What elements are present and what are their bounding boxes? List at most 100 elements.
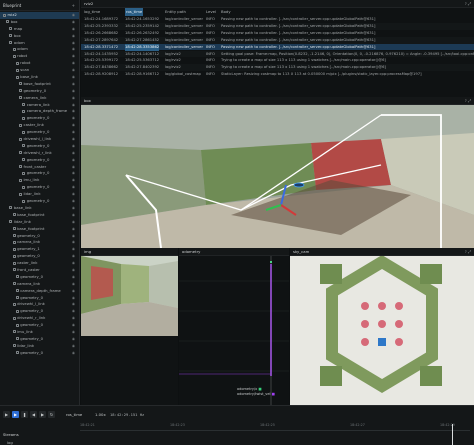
visibility-eye-icon[interactable]: ◉	[72, 198, 75, 205]
tree-item[interactable]: geometry_0 ◉	[0, 350, 79, 357]
sky-cam-panel[interactable]	[290, 256, 474, 405]
visibility-eye-icon[interactable]: ◉	[72, 239, 75, 246]
visibility-eye-icon[interactable]: ◉	[72, 226, 75, 233]
visibility-eye-icon[interactable]: ◉	[72, 12, 75, 19]
visibility-eye-icon[interactable]: ◉	[72, 129, 75, 136]
visibility-eye-icon[interactable]: ◉	[72, 150, 75, 157]
plot-panel[interactable]: odometry/x ■ odometry/twist_vel ■	[179, 256, 289, 405]
visibility-eye-icon[interactable]: ◉	[72, 108, 75, 115]
tree-item[interactable]: camera_depth_frame ◉	[0, 108, 79, 115]
tree-item[interactable]: camera_link ◉	[0, 239, 79, 246]
tree-item[interactable]: robot ◉	[0, 60, 79, 67]
visibility-eye-icon[interactable]: ◉	[72, 102, 75, 109]
tree-item[interactable]: lidar_link ◉	[0, 191, 79, 198]
tree-item[interactable]: geometry_0 ◉	[0, 274, 79, 281]
visibility-eye-icon[interactable]: ◉	[72, 53, 75, 60]
visibility-eye-icon[interactable]: ◉	[72, 67, 75, 74]
col-log-time[interactable]: log_time	[84, 8, 100, 16]
visibility-eye-icon[interactable]: ◉	[72, 219, 75, 226]
timeline-select[interactable]: ros_time	[66, 412, 82, 417]
stream-item-log[interactable]: log	[7, 440, 13, 445]
col-entity-path[interactable]: Entity path	[165, 8, 186, 16]
visibility-eye-icon[interactable]: ◉	[72, 288, 75, 295]
step-back-button[interactable]: ◀	[30, 411, 37, 418]
pause-button[interactable]: ❚	[21, 411, 28, 418]
tree-item[interactable]: geometry_0 ◉	[0, 233, 79, 240]
visibility-eye-icon[interactable]: ◉	[72, 336, 75, 343]
tree-item[interactable]: front_caster ◉	[0, 267, 79, 274]
visibility-eye-icon[interactable]: ◉	[72, 157, 75, 164]
step-forward-button[interactable]: ▶	[39, 411, 46, 418]
camera-image[interactable]	[81, 256, 178, 336]
tree-item[interactable]: base_footprint ◉	[0, 81, 79, 88]
tree-item[interactable]: camera_link ◉	[0, 102, 79, 109]
visibility-eye-icon[interactable]: ◉	[72, 164, 75, 171]
visibility-eye-icon[interactable]: ◉	[72, 115, 75, 122]
tree-item[interactable]: camera_depth_frame ◉	[0, 288, 79, 295]
table-row[interactable]: 18:42:27.2897642 18:42:27.2861452 log/cont…	[81, 36, 474, 44]
tree-item[interactable]: geometry_1 ◉	[0, 246, 79, 253]
visibility-eye-icon[interactable]: ◉	[72, 281, 75, 288]
tree-item[interactable]: camera_link ◉	[0, 281, 79, 288]
follow-button[interactable]: ▶	[12, 411, 19, 418]
tree-item[interactable]: odom ◉	[0, 40, 79, 47]
tree-item[interactable]: drivewhl_l_link ◉	[0, 136, 79, 143]
time-ruler[interactable]: 18:42:21 18:42:23 18:42:25 18:42:27 18:42:29	[80, 423, 470, 428]
tree-item[interactable]: front_caster ◉	[0, 164, 79, 171]
table-row[interactable]: 18:42:28.3371472 18:42:28.3353862 log/cont…	[81, 43, 474, 51]
play-button[interactable]: ▶	[3, 411, 10, 418]
tree-item[interactable]: robot ◉	[0, 53, 79, 60]
visibility-eye-icon[interactable]: ◉	[72, 191, 75, 198]
visibility-eye-icon[interactable]: ◉	[72, 81, 75, 88]
panel-tools-icon[interactable]: ? ⤢	[465, 248, 471, 256]
tree-item[interactable]: map ◉	[0, 26, 79, 33]
tree-item[interactable]: geometry_0 ◉	[0, 336, 79, 343]
visibility-eye-icon[interactable]: ◉	[72, 350, 75, 357]
tree-item[interactable]: imu_link ◉	[0, 177, 79, 184]
add-view-icon[interactable]: +	[72, 0, 75, 11]
panel-tools-icon[interactable]: ? ⤢	[465, 0, 471, 8]
table-row[interactable]: 18:42:24.1435952 18:42:24.1406712 log/rviz…	[81, 50, 474, 58]
tree-item[interactable]: caster_link ◉	[0, 260, 79, 267]
tree-item[interactable]: rviz2 ◉	[0, 12, 79, 19]
tree-item[interactable]: base_footprint ◉	[0, 226, 79, 233]
visibility-eye-icon[interactable]: ◉	[72, 170, 75, 177]
visibility-eye-icon[interactable]: ◉	[72, 295, 75, 302]
tree-item[interactable]: box ◉	[0, 33, 79, 40]
tree-item[interactable]: base_link ◉	[0, 74, 79, 81]
visibility-eye-icon[interactable]: ◉	[72, 143, 75, 150]
tree-item[interactable]: box ◉	[0, 19, 79, 26]
visibility-eye-icon[interactable]: ◉	[72, 253, 75, 260]
table-row[interactable]: 18:42:26.2668682 18:42:26.2632492 log/cont…	[81, 30, 474, 37]
time-track[interactable]	[80, 430, 470, 431]
table-row[interactable]: 18:42:24.1689372 18:42:24.1653292 log/cont…	[81, 16, 474, 23]
tree-item[interactable]: drivewhl_r_link ◉	[0, 150, 79, 157]
tree-item[interactable]: geometry_0 ◉	[0, 88, 79, 95]
legend-item-twist[interactable]: odometry/twist_vel ■	[237, 392, 275, 397]
col-level[interactable]: Level	[206, 8, 216, 16]
speed-select[interactable]: 1.00x	[95, 412, 106, 417]
visibility-eye-icon[interactable]: ◉	[72, 212, 75, 219]
loop-button[interactable]: ↻	[48, 411, 55, 418]
visibility-eye-icon[interactable]: ◉	[72, 233, 75, 240]
tree-item[interactable]: geometry_0 ◉	[0, 184, 79, 191]
view3d-canvas[interactable]	[81, 105, 474, 248]
visibility-eye-icon[interactable]: ◉	[72, 46, 75, 53]
table-row[interactable]: 18:42:25.2393332 18:42:25.2359142 log/cont…	[81, 22, 474, 30]
visibility-eye-icon[interactable]: ◉	[72, 136, 75, 143]
visibility-eye-icon[interactable]: ◉	[72, 343, 75, 350]
tree-item[interactable]: drivewhl_l_link ◉	[0, 301, 79, 308]
visibility-eye-icon[interactable]: ◉	[72, 122, 75, 129]
tree-item[interactable]: lidar_link ◉	[0, 343, 79, 350]
visibility-eye-icon[interactable]: ◉	[72, 40, 75, 47]
visibility-eye-icon[interactable]: ◉	[72, 246, 75, 253]
col-ros-time[interactable]: ros_time	[125, 8, 144, 16]
visibility-eye-icon[interactable]: ◉	[72, 260, 75, 267]
visibility-eye-icon[interactable]: ◉	[72, 177, 75, 184]
visibility-eye-icon[interactable]: ◉	[72, 95, 75, 102]
visibility-eye-icon[interactable]: ◉	[72, 308, 75, 315]
tree-item[interactable]: geometry_0 ◉	[0, 129, 79, 136]
tree-item[interactable]: base_link ◉	[0, 205, 79, 212]
tree-item[interactable]: caster_link ◉	[0, 122, 79, 129]
tree-item[interactable]: lidar_link ◉	[0, 219, 79, 226]
